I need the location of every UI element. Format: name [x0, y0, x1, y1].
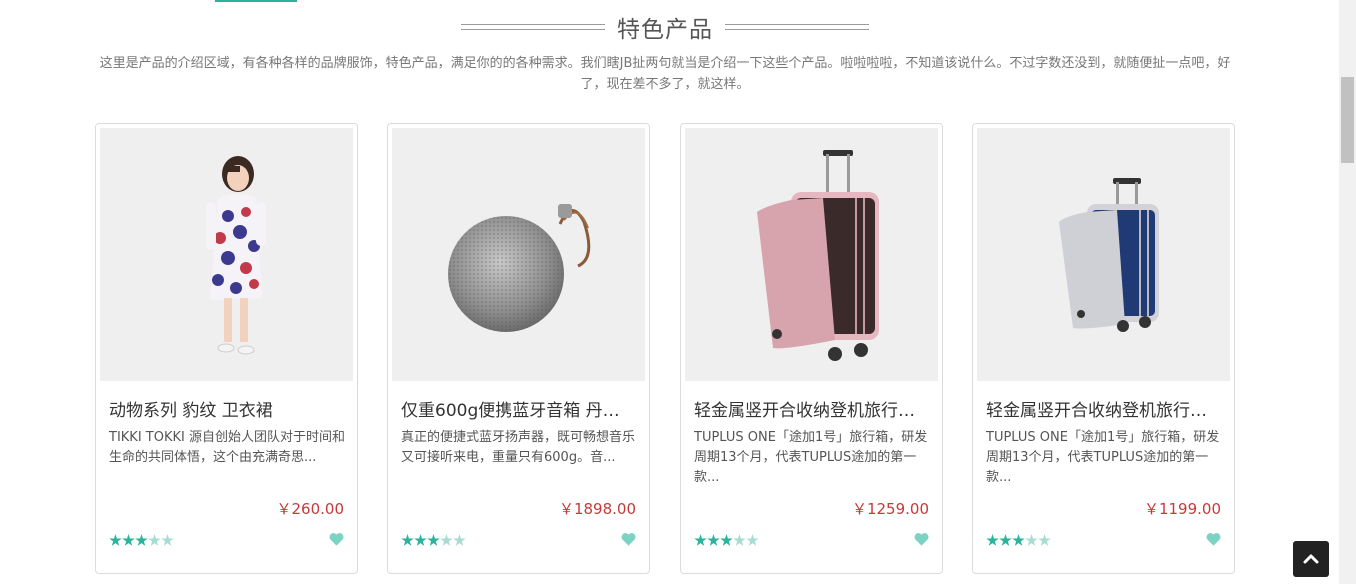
product-image[interactable] — [977, 128, 1230, 381]
product-price: ￥260.00 — [276, 500, 345, 518]
product-price: ￥1199.00 — [1143, 500, 1221, 518]
girl-dress-image — [100, 128, 353, 381]
star-icon — [1025, 534, 1038, 546]
section-intro: 这里是产品的介绍区域，有各种各样的品牌服饰，特色产品，满足你的的各种需求。我们瞎… — [99, 56, 1231, 92]
title-divider-left — [461, 24, 605, 30]
star-icon — [720, 534, 733, 546]
star-icon — [986, 534, 999, 546]
product-description: TUPLUS ONE「途加1号」旅行箱，研发周期13个月，代表TUPLUS途加的… — [694, 430, 928, 485]
product-description: TIKKI TOKKI 源自创始人团队对于时间和生命的共同体悟，这个由充满奇思.… — [109, 430, 345, 465]
star-icon — [453, 534, 466, 546]
star-icon — [440, 534, 453, 546]
product-image[interactable] — [100, 128, 353, 381]
heart-icon[interactable] — [914, 532, 929, 546]
star-icon — [1038, 534, 1051, 546]
speaker-image — [392, 128, 645, 381]
product-name[interactable]: 轻金属竖开合收纳登机旅行… — [986, 396, 1222, 421]
chevron-up-icon — [1303, 554, 1319, 564]
pink-suitcase-image — [685, 128, 938, 381]
star-icon — [427, 534, 440, 546]
section-title: 特色产品 — [617, 17, 713, 43]
heart-icon[interactable] — [621, 532, 636, 546]
product-description: 真正的便捷式蓝牙扬声器，既可畅想音乐又可接听来电，重量只有600g。音... — [401, 430, 636, 465]
star-icon — [746, 534, 759, 546]
scrollbar-thumb[interactable] — [1341, 77, 1354, 163]
star-icon — [733, 534, 746, 546]
star-icon — [414, 534, 427, 546]
heart-icon[interactable] — [329, 532, 344, 546]
star-icon — [122, 534, 135, 546]
star-icon — [999, 534, 1012, 546]
product-description: TUPLUS ONE「途加1号」旅行箱，研发周期13个月，代表TUPLUS途加的… — [986, 430, 1220, 485]
product-image[interactable] — [392, 128, 645, 381]
back-to-top-button[interactable] — [1293, 541, 1329, 577]
star-icon — [161, 534, 174, 546]
section-header: 特色产品 — [0, 8, 1330, 46]
product-card[interactable]: 仅重600g便携蓝牙音箱 丹… 真正的便捷式蓝牙扬声器，既可畅想音乐又可接听来电… — [387, 123, 650, 574]
page-scrollbar[interactable] — [1339, 0, 1356, 584]
product-card[interactable]: 动物系列 豹纹 卫衣裙 TIKKI TOKKI 源自创始人团队对于时间和生命的共… — [95, 123, 358, 574]
heart-icon[interactable] — [1206, 532, 1221, 546]
star-icon — [109, 534, 122, 546]
star-icon — [707, 534, 720, 546]
title-divider-right — [725, 24, 869, 30]
product-price: ￥1898.00 — [558, 500, 636, 518]
product-image[interactable] — [685, 128, 938, 381]
silver-suitcase-image — [977, 128, 1230, 381]
rating-stars — [986, 532, 1051, 548]
star-icon — [148, 534, 161, 546]
product-name[interactable]: 轻金属竖开合收纳登机旅行… — [694, 396, 930, 421]
product-card[interactable]: 轻金属竖开合收纳登机旅行… TUPLUS ONE「途加1号」旅行箱，研发周期13… — [972, 123, 1235, 574]
product-price: ￥1259.00 — [851, 500, 929, 518]
rating-stars — [109, 532, 174, 548]
rating-stars — [694, 532, 759, 548]
rating-stars — [401, 532, 466, 548]
product-name[interactable]: 仅重600g便携蓝牙音箱 丹… — [401, 396, 637, 421]
page: 特色产品 这里是产品的介绍区域，有各种各样的品牌服饰，特色产品，满足你的的各种需… — [0, 0, 1356, 584]
star-icon — [694, 534, 707, 546]
star-icon — [1012, 534, 1025, 546]
nav-active-indicator — [215, 0, 297, 2]
star-icon — [135, 534, 148, 546]
product-card[interactable]: 轻金属竖开合收纳登机旅行… TUPLUS ONE「途加1号」旅行箱，研发周期13… — [680, 123, 943, 574]
star-icon — [401, 534, 414, 546]
product-name[interactable]: 动物系列 豹纹 卫衣裙 — [109, 396, 345, 421]
